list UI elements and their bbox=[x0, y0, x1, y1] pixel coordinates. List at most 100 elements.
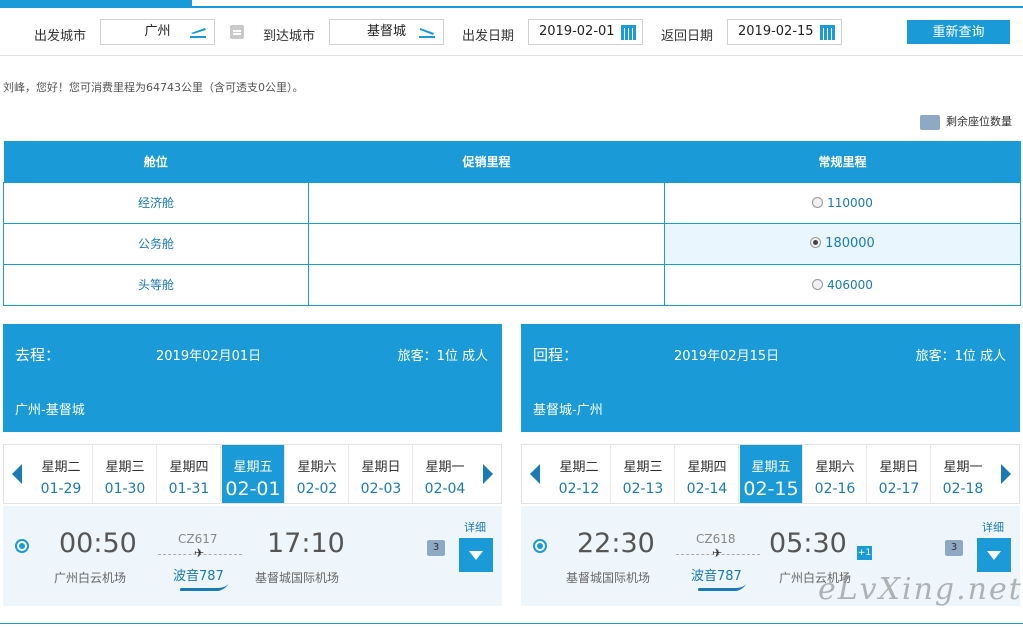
weekday-label: 星期四 bbox=[687, 460, 727, 475]
departure-airport: 广州白云机场 bbox=[54, 571, 127, 585]
weekday-label: 星期六 bbox=[815, 460, 855, 475]
radio-button[interactable] bbox=[812, 278, 824, 290]
date-label: 01-31 bbox=[168, 481, 210, 497]
date-tab[interactable]: 星期二 02-12 bbox=[548, 445, 611, 503]
date-label: 02-13 bbox=[622, 481, 664, 497]
cabin-table-header: 舱位 促销里程 常规里程 bbox=[3, 141, 1021, 182]
next-day-badge: +1 bbox=[857, 546, 872, 560]
date-tab[interactable]: 星期一 02-04 bbox=[414, 445, 477, 503]
inbound-route: 基督城-广州 bbox=[533, 403, 603, 418]
promo-miles-cell bbox=[308, 263, 665, 306]
date-tab[interactable]: 星期四 02-14 bbox=[676, 445, 739, 503]
col-promo-miles: 促销里程 bbox=[308, 141, 665, 182]
arrival-time: 05:30 bbox=[769, 528, 847, 559]
date-selector: 星期二 02-12 星期三 02-13 星期四 02-14 星期五 02-15 星期六 0… bbox=[521, 444, 1020, 504]
expand-chevron-icon[interactable] bbox=[977, 538, 1011, 572]
aircraft-type: 波音787 bbox=[173, 569, 224, 584]
return-date-input[interactable]: 2019-02-15 bbox=[727, 19, 842, 45]
return-date-label: 返回日期 bbox=[661, 29, 714, 44]
regular-miles-option[interactable]: 110000 bbox=[664, 181, 1021, 224]
depart-date-input[interactable]: 2019-02-01 bbox=[528, 19, 643, 45]
date-label: 02-01 bbox=[225, 478, 281, 500]
date-label: 02-16 bbox=[814, 481, 856, 497]
landing-icon bbox=[419, 28, 435, 38]
weekday-label: 星期二 bbox=[41, 460, 81, 475]
cabin-name: 经济舱 bbox=[3, 181, 309, 224]
to-city-input[interactable]: 基督城 bbox=[329, 19, 444, 45]
flight-number: CZ618 bbox=[696, 532, 736, 546]
weekday-label: 星期一 bbox=[943, 460, 983, 475]
calendar-icon[interactable] bbox=[621, 25, 636, 40]
airplane-icon: ✈ bbox=[194, 546, 205, 560]
flight-select-radio[interactable] bbox=[533, 539, 547, 553]
promo-miles-cell bbox=[308, 222, 665, 265]
inbound-date: 2019年02月15日 bbox=[674, 349, 780, 364]
date-tab[interactable]: 星期六 02-16 bbox=[804, 445, 867, 503]
to-city-label: 到达城市 bbox=[263, 29, 316, 44]
prev-dates-arrow-icon[interactable] bbox=[522, 445, 548, 503]
cabin-name: 头等舱 bbox=[3, 263, 309, 306]
date-tab[interactable]: 星期三 01-30 bbox=[94, 445, 157, 503]
departure-time: 22:30 bbox=[577, 528, 655, 559]
from-city-input[interactable]: 广州 bbox=[100, 19, 215, 45]
date-label: 02-17 bbox=[878, 481, 920, 497]
weekday-label: 星期四 bbox=[169, 460, 209, 475]
prev-dates-arrow-icon[interactable] bbox=[4, 445, 30, 503]
date-tab[interactable]: 星期三 02-13 bbox=[612, 445, 675, 503]
seat-icon bbox=[920, 114, 940, 130]
flight-select-radio[interactable] bbox=[15, 539, 29, 553]
date-tab-selected[interactable]: 星期五 02-01 bbox=[222, 445, 285, 503]
cabin-table: 舱位 促销里程 常规里程 经济舱 110000 公务舱 180000 头等舱 4… bbox=[3, 141, 1021, 306]
arrival-time: 17:10 bbox=[267, 528, 345, 559]
cabin-name: 公务舱 bbox=[3, 222, 309, 265]
from-city-label: 出发城市 bbox=[34, 29, 87, 44]
radio-button[interactable] bbox=[812, 196, 824, 208]
next-dates-arrow-icon[interactable] bbox=[993, 445, 1019, 503]
seats-legend: 剩余座位数量 bbox=[920, 113, 1012, 130]
watermark: eLvXing.net bbox=[818, 572, 1023, 607]
weekday-label: 星期六 bbox=[297, 460, 337, 475]
date-label: 02-03 bbox=[360, 481, 402, 497]
active-top-tab[interactable] bbox=[0, 0, 192, 8]
swap-cities-icon[interactable] bbox=[230, 25, 244, 39]
outbound-panel: 去程： 2019年02月01日 旅客：1位 成人 广州-基督城 星期二 01-29… bbox=[3, 324, 502, 606]
date-label: 02-12 bbox=[558, 481, 600, 497]
seats-left-badge: 3 bbox=[945, 540, 963, 556]
date-tab[interactable]: 星期一 02-18 bbox=[932, 445, 995, 503]
detail-link[interactable]: 详细 bbox=[464, 519, 486, 535]
date-tab[interactable]: 星期六 02-02 bbox=[286, 445, 349, 503]
weekday-label: 星期日 bbox=[879, 460, 919, 475]
search-bar: 出发城市 广州 到达城市 基督城 出发日期 2019-02-01 返回日期 20… bbox=[0, 10, 1023, 56]
depart-date-label: 出发日期 bbox=[462, 29, 515, 44]
calendar-icon[interactable] bbox=[820, 25, 835, 40]
requery-button[interactable]: 重新查询 bbox=[907, 20, 1010, 44]
date-tab[interactable]: 星期二 01-29 bbox=[30, 445, 93, 503]
date-label: 01-29 bbox=[40, 481, 82, 497]
flight-option: 00:50 广州白云机场 CZ617 ✈ 波音787 17:10 基督城国际机场… bbox=[3, 506, 502, 606]
outbound-header: 去程： 2019年02月01日 旅客：1位 成人 广州-基督城 bbox=[3, 324, 502, 432]
weekday-label: 星期三 bbox=[105, 460, 145, 475]
detail-link[interactable]: 详细 bbox=[982, 519, 1004, 535]
expand-chevron-icon[interactable] bbox=[459, 538, 493, 572]
promo-miles-cell bbox=[308, 181, 665, 224]
airline-logo bbox=[179, 583, 229, 591]
regular-miles-option[interactable]: 180000 bbox=[664, 222, 1021, 265]
takeoff-icon bbox=[190, 28, 206, 38]
date-tab[interactable]: 星期日 02-03 bbox=[350, 445, 413, 503]
col-regular-miles: 常规里程 bbox=[664, 141, 1021, 182]
date-tab-selected[interactable]: 星期五 02-15 bbox=[740, 445, 803, 503]
table-row: 头等舱 406000 bbox=[3, 263, 1021, 306]
date-tab[interactable]: 星期日 02-17 bbox=[868, 445, 931, 503]
date-label: 01-30 bbox=[104, 481, 146, 497]
passenger-count: 旅客：1位 成人 bbox=[915, 349, 1006, 364]
table-row: 经济舱 110000 bbox=[3, 181, 1021, 224]
date-label: 02-14 bbox=[686, 481, 728, 497]
departure-time: 00:50 bbox=[59, 528, 137, 559]
radio-button-selected[interactable] bbox=[810, 237, 822, 248]
weekday-label: 星期五 bbox=[233, 460, 273, 475]
seats-left-badge: 3 bbox=[427, 540, 445, 556]
date-selector: 星期二 01-29 星期三 01-30 星期四 01-31 星期五 02-01 星期六 0… bbox=[3, 444, 502, 504]
regular-miles-option[interactable]: 406000 bbox=[664, 263, 1021, 306]
next-dates-arrow-icon[interactable] bbox=[475, 445, 501, 503]
date-tab[interactable]: 星期四 01-31 bbox=[158, 445, 221, 503]
